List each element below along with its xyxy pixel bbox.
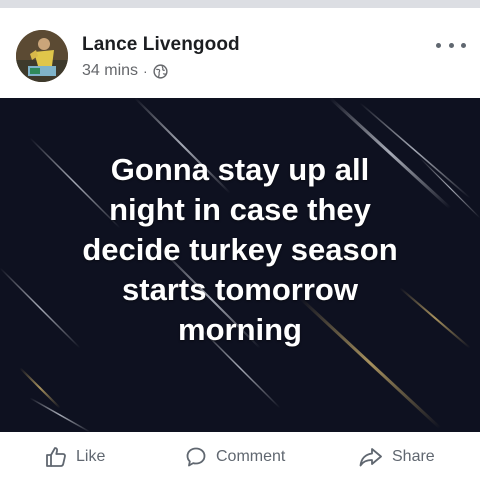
meta-separator: · [143,63,148,79]
comment-icon [186,447,206,467]
like-label: Like [76,448,106,465]
globe-icon[interactable] [153,63,168,79]
more-dot [448,42,454,48]
image-text-line: morning [178,312,302,347]
like-button[interactable]: Like [44,445,105,469]
post-header: Lance Livengood 34 mins · [0,8,480,98]
author-avatar[interactable] [16,30,68,82]
facebook-post-screenshot: Lance Livengood 34 mins · Gonna stay up … [0,0,480,480]
more-options-icon[interactable] [436,38,466,52]
post-timestamp[interactable]: 34 mins [82,62,138,80]
comment-button[interactable]: Comment [184,445,285,469]
post-image[interactable]: Gonna stay up all night in case they dec… [0,98,480,432]
post-meta: 34 mins · [82,62,168,80]
author-name[interactable]: Lance Livengood [82,34,240,56]
top-divider [0,0,480,8]
image-text-line: decide turkey season [82,232,398,267]
comment-label: Comment [216,448,286,465]
image-text-line: Gonna stay up all [110,152,370,187]
post-action-bar: Like Comment Share [0,432,480,480]
share-button[interactable]: Share [358,445,435,469]
thumbs-up-icon [46,447,66,467]
more-dot [436,42,441,48]
image-text-line: starts tomorrow [122,272,358,307]
image-text-line: night in case they [109,192,371,227]
share-label: Share [392,448,435,465]
more-dot [461,42,466,48]
post-image-text: Gonna stay up all night in case they dec… [30,150,450,350]
share-arrow-icon [359,448,382,467]
